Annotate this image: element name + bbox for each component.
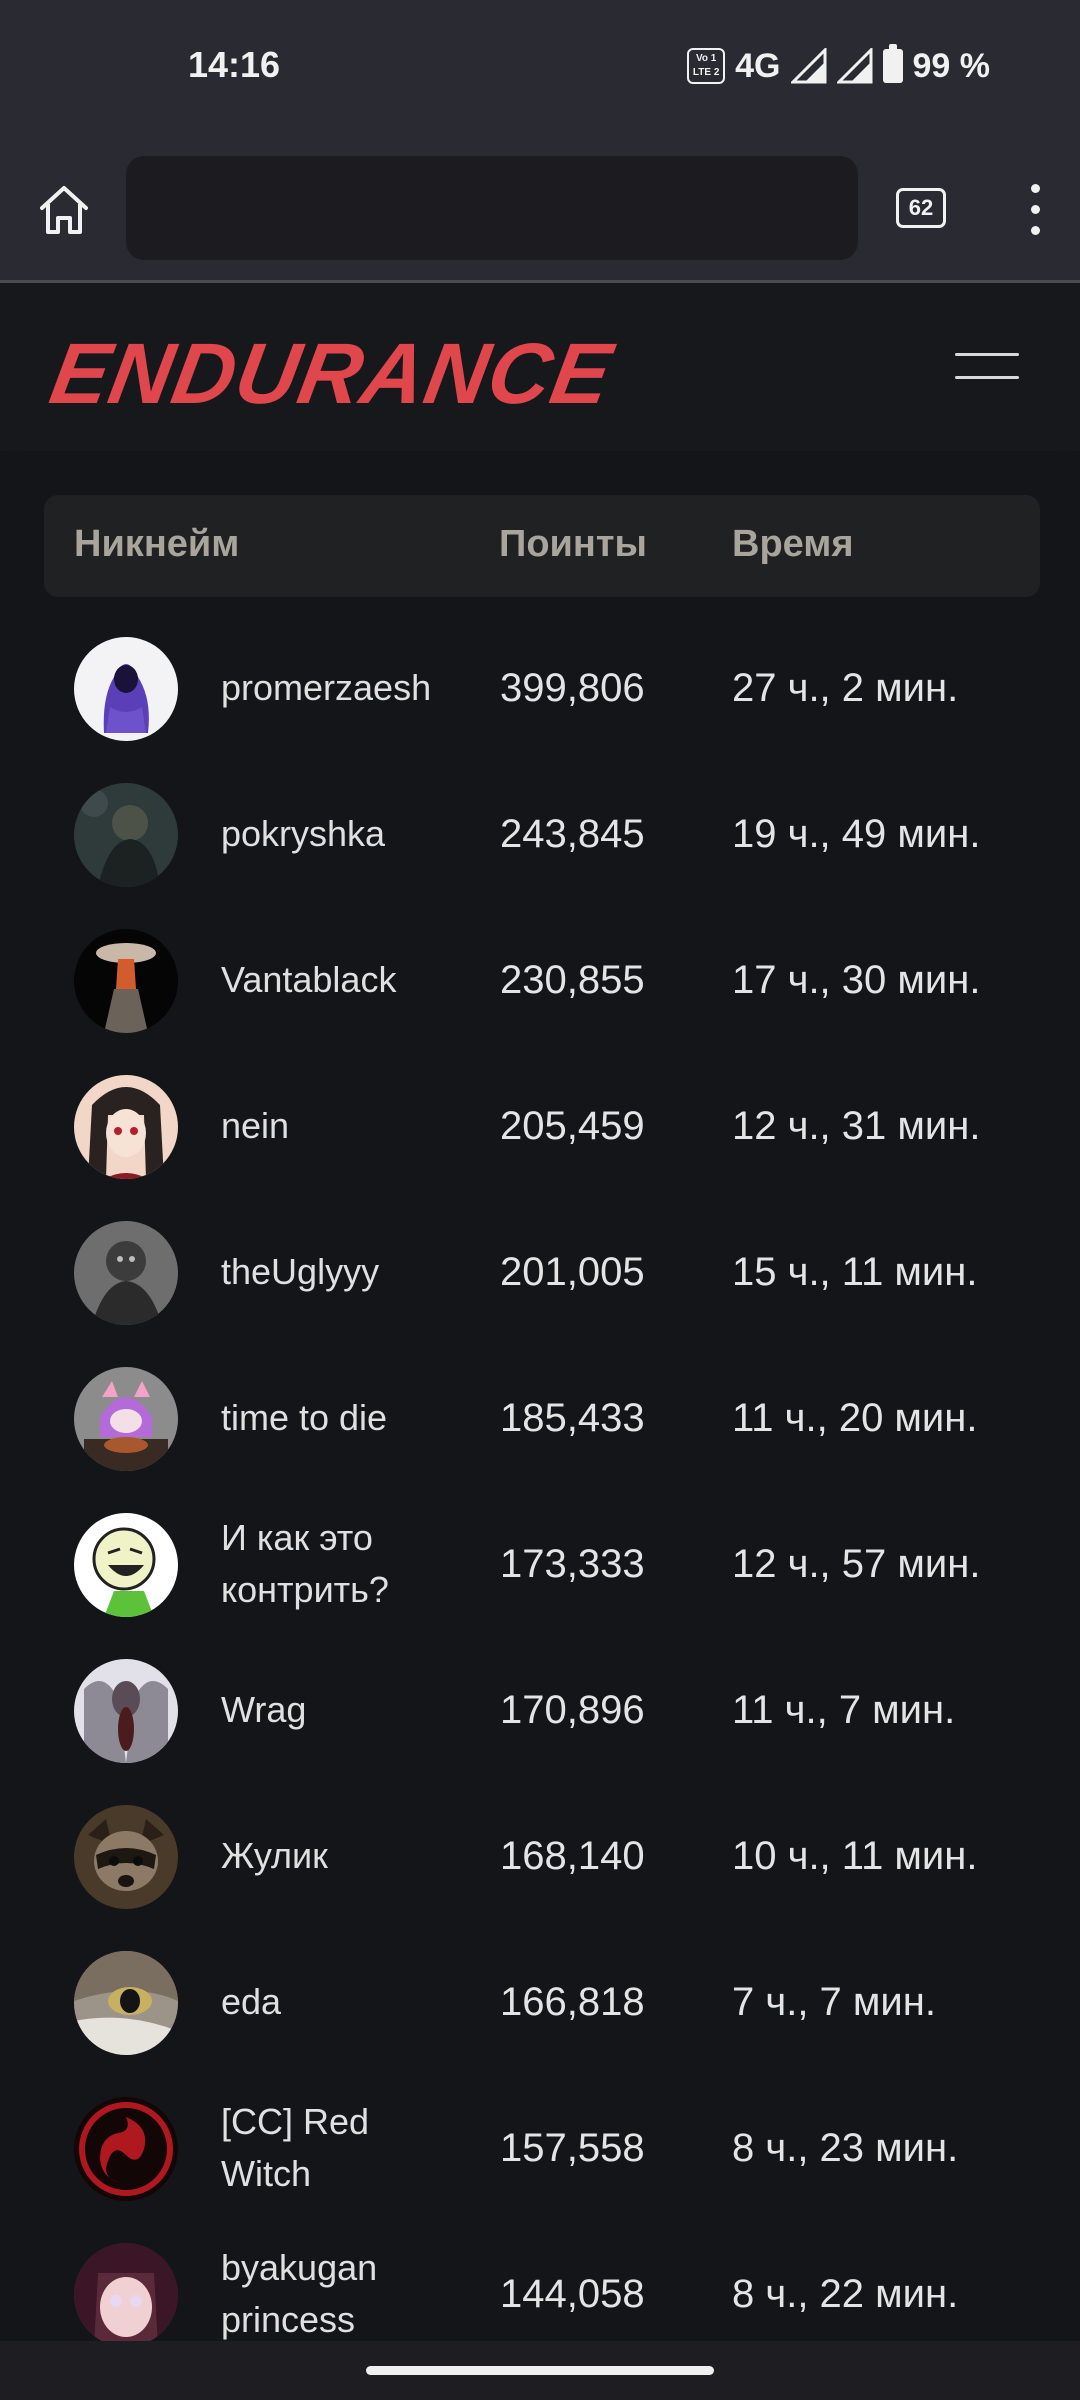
row-points: 243,845 [500, 811, 645, 856]
row-time: 12 ч., 31 мин. [732, 1103, 981, 1148]
row-nickname: eda [221, 1981, 282, 2022]
status-time: 14:16 [188, 44, 281, 85]
row-points: 168,140 [500, 1833, 645, 1878]
address-bar[interactable] [126, 156, 858, 260]
avatar [74, 637, 178, 741]
row-nickname: nein [221, 1105, 290, 1146]
table-row[interactable]: pokryshka 243,845 19 ч., 49 мин. [2, 761, 1080, 907]
row-points: 230,855 [500, 957, 645, 1002]
table-row[interactable]: И как это контрить? 173,333 12 ч., 57 ми… [2, 1491, 1080, 1637]
row-points: 185,433 [500, 1395, 645, 1440]
row-nickname: Vantablack [221, 959, 397, 1000]
site-logo[interactable]: ENDURANCE [43, 325, 619, 424]
table-row[interactable]: time to die 185,433 11 ч., 20 мин. [2, 1345, 1080, 1491]
signal-icon-2 [836, 48, 872, 84]
row-time: 10 ч., 11 мин. [732, 1833, 978, 1878]
avatar [74, 2243, 178, 2347]
table-row[interactable]: eda 166,818 7 ч., 7 мин. [2, 1929, 1080, 2075]
header-points: Поинты [499, 523, 647, 565]
row-points: 173,333 [500, 1541, 645, 1586]
browser-toolbar: 62 [0, 140, 1080, 283]
avatar [74, 1513, 178, 1617]
leaderboard-card: Никнейм Поинты Время promerzaesh 399,806… [2, 453, 1078, 2347]
row-time: 17 ч., 30 мин. [732, 957, 981, 1002]
table-row[interactable]: promerzaesh 399,806 27 ч., 2 мин. [2, 615, 1080, 761]
avatar [74, 929, 178, 1033]
table-row[interactable]: Жулик 168,140 10 ч., 11 мин. [2, 1783, 1080, 1929]
header-nickname: Никнейм [74, 523, 240, 565]
network-type: 4G [735, 46, 781, 85]
row-points: 170,896 [500, 1687, 645, 1732]
avatar [74, 2097, 178, 2201]
status-icons: Vo 1 LTE 2 4G 99 % [687, 40, 990, 92]
row-nickname: time to die [221, 1397, 388, 1438]
home-gesture-handle[interactable] [366, 2366, 714, 2375]
row-nickname: И как это контрить? [221, 1517, 389, 1610]
row-nickname: Жулик [221, 1835, 328, 1876]
row-nickname: pokryshka [221, 813, 386, 854]
table-header: Никнейм Поинты Время [44, 495, 1040, 597]
table-row[interactable]: nein 205,459 12 ч., 31 мин. [2, 1053, 1080, 1199]
row-time: 15 ч., 11 мин. [732, 1249, 978, 1294]
gesture-nav-bar [0, 2341, 1080, 2400]
row-points: 157,558 [500, 2125, 645, 2170]
row-points: 166,818 [500, 1979, 645, 2024]
battery-icon [882, 44, 903, 83]
row-time: 11 ч., 7 мин. [732, 1687, 956, 1732]
header-time: Время [732, 523, 854, 565]
avatar [74, 1221, 178, 1325]
row-time: 12 ч., 57 мин. [732, 1541, 981, 1586]
table-row[interactable]: [CC] Red Witch 157,558 8 ч., 23 мин. [2, 2075, 1080, 2221]
avatar [74, 1659, 178, 1763]
row-nickname: theUglyyy [221, 1251, 380, 1292]
table-row[interactable]: Vantablack 230,855 17 ч., 30 мин. [2, 907, 1080, 1053]
avatar [74, 1951, 178, 2055]
table-row[interactable]: Wrag 170,896 11 ч., 7 мин. [2, 1637, 1080, 1783]
hamburger-menu-icon[interactable] [955, 353, 1019, 387]
battery-level: 99 % [912, 46, 991, 85]
row-points: 201,005 [500, 1249, 645, 1294]
row-time: 7 ч., 7 мин. [732, 1979, 936, 2024]
avatar [74, 1805, 178, 1909]
overflow-menu-icon[interactable] [1020, 184, 1050, 238]
table-body: promerzaesh 399,806 27 ч., 2 мин. pokrys… [2, 615, 1080, 2367]
row-nickname: Wrag [221, 1689, 307, 1730]
home-icon[interactable] [34, 180, 94, 240]
tab-switcher-button[interactable]: 62 [896, 188, 946, 228]
signal-icon [790, 48, 826, 84]
row-time: 27 ч., 2 мин. [732, 665, 959, 710]
row-time: 19 ч., 49 мин. [732, 811, 981, 856]
status-bar: 14:16 Vo 1 LTE 2 4G 99 % [0, 0, 1080, 140]
row-time: 8 ч., 23 мин. [732, 2125, 959, 2170]
row-time: 11 ч., 20 мин. [732, 1395, 978, 1440]
avatar [74, 1367, 178, 1471]
row-points: 399,806 [500, 665, 645, 710]
row-nickname: [CC] Red Witch [221, 2101, 370, 2194]
volte-icon: Vo 1 LTE 2 [687, 48, 726, 84]
row-points: 205,459 [500, 1103, 645, 1148]
table-row[interactable]: theUglyyy 201,005 15 ч., 11 мин. [2, 1199, 1080, 1345]
site-header: ENDURANCE [0, 283, 1080, 451]
avatar [74, 1075, 178, 1179]
leaderboard-panel: Никнейм Поинты Время promerzaesh 399,806… [0, 451, 1080, 2347]
row-nickname: promerzaesh [221, 667, 432, 708]
avatar [74, 783, 178, 887]
